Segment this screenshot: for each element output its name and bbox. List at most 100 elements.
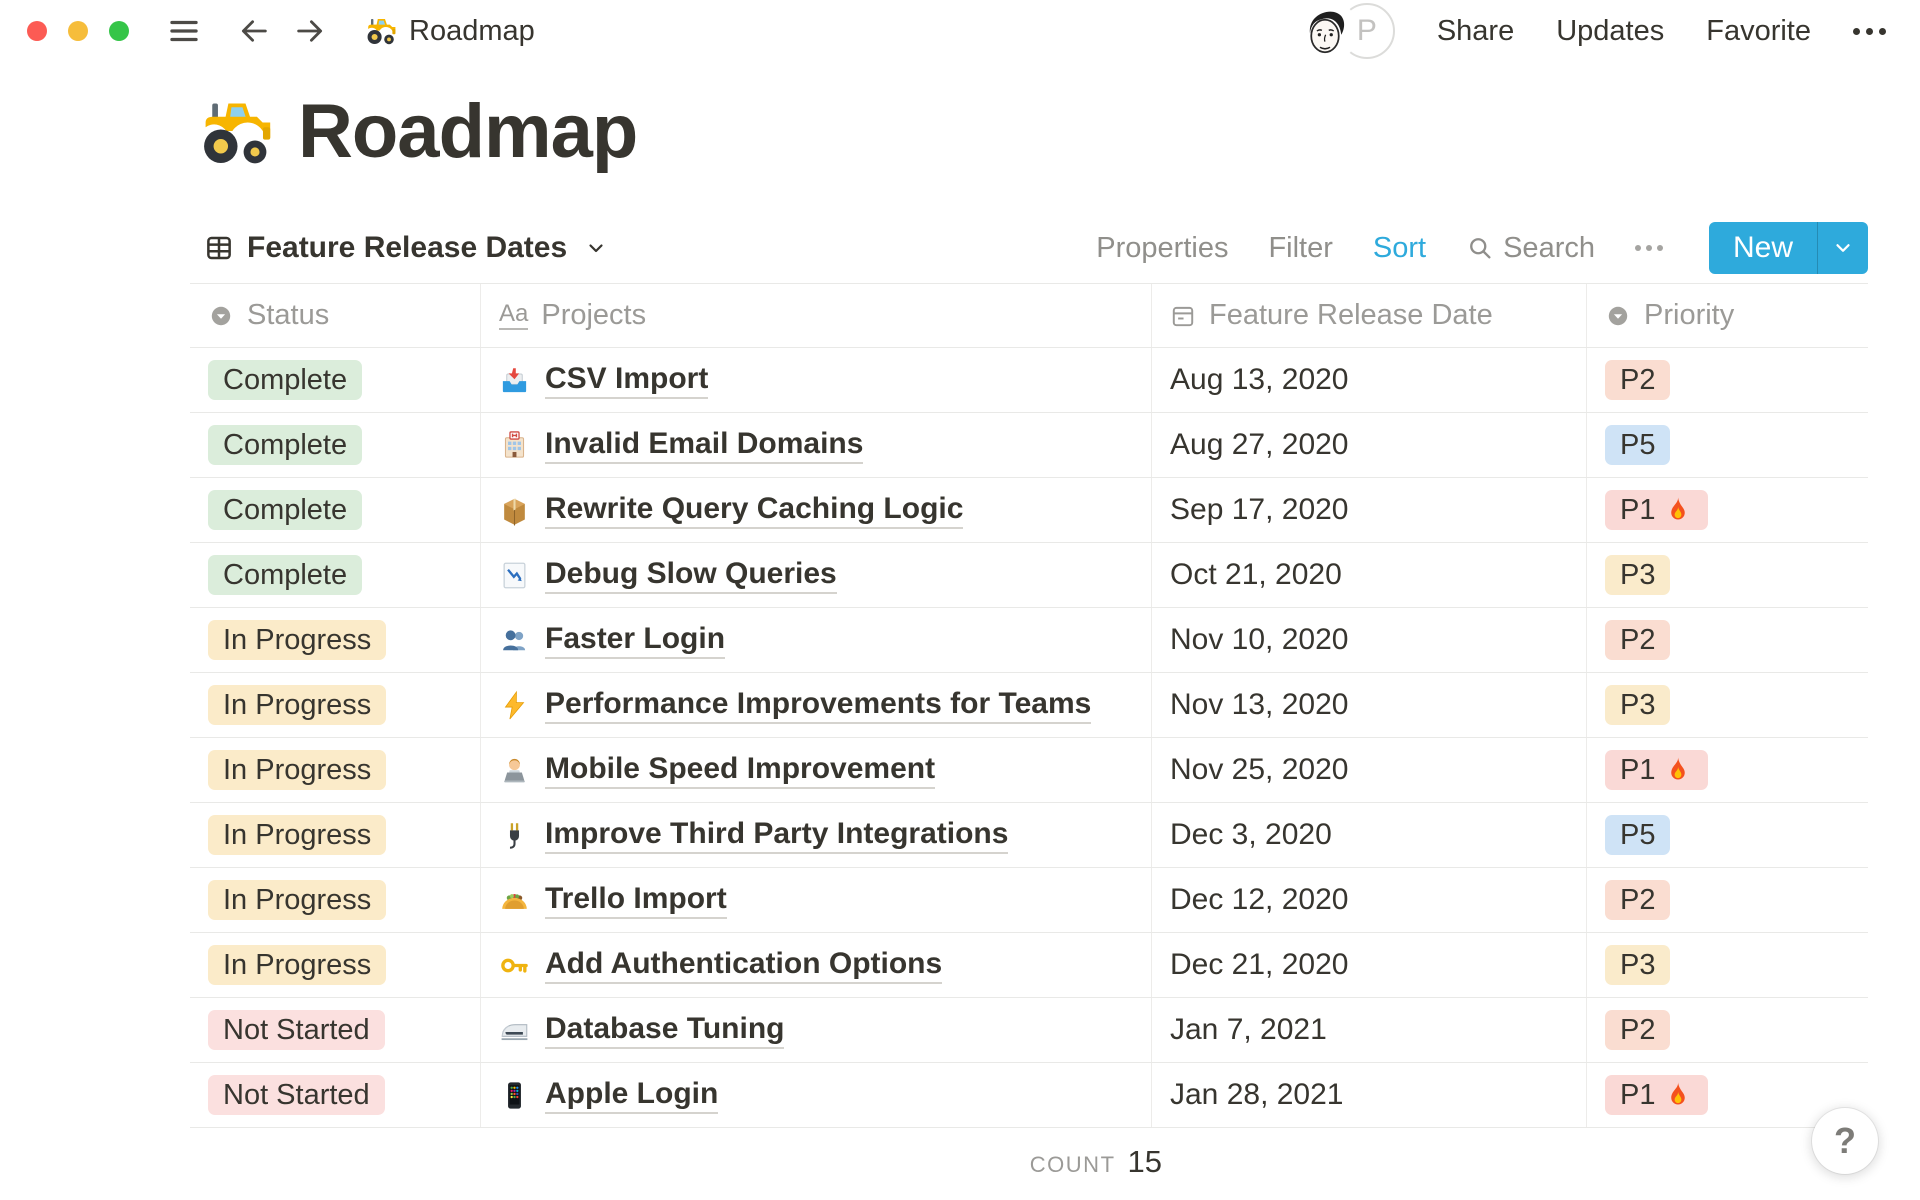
- minimize-window-button[interactable]: [68, 21, 88, 41]
- priority-badge[interactable]: P1: [1605, 1075, 1709, 1115]
- status-cell[interactable]: Not Started: [190, 998, 481, 1062]
- favorite-button[interactable]: Favorite: [1706, 15, 1811, 48]
- status-badge[interactable]: In Progress: [208, 750, 387, 790]
- release-date-cell[interactable]: Dec 3, 2020: [1152, 803, 1587, 867]
- user-avatar[interactable]: [1294, 1, 1355, 61]
- project-cell[interactable]: Debug Slow Queries: [481, 543, 1152, 607]
- project-cell[interactable]: Apple Login: [481, 1063, 1152, 1127]
- status-cell[interactable]: In Progress: [190, 738, 481, 802]
- project-cell[interactable]: Database Tuning: [481, 998, 1152, 1062]
- project-page-link[interactable]: Mobile Speed Improvement: [545, 752, 936, 789]
- project-page-link[interactable]: Faster Login: [545, 622, 726, 659]
- status-cell[interactable]: Complete: [190, 413, 481, 477]
- project-page-link[interactable]: Trello Import: [545, 882, 727, 919]
- close-window-button[interactable]: [27, 21, 47, 41]
- status-badge[interactable]: Complete: [208, 555, 363, 595]
- priority-cell[interactable]: P2: [1587, 868, 1868, 932]
- priority-cell[interactable]: P5: [1587, 803, 1868, 867]
- presence-avatars[interactable]: P: [1294, 1, 1395, 61]
- table-row[interactable]: In Progress Improve Third Party Integrat…: [190, 803, 1868, 868]
- count-calculation[interactable]: COUNT 15: [1030, 1144, 1162, 1180]
- release-date-cell[interactable]: Nov 13, 2020: [1152, 673, 1587, 737]
- project-cell[interactable]: Mobile Speed Improvement: [481, 738, 1152, 802]
- status-badge[interactable]: Complete: [208, 490, 363, 530]
- priority-cell[interactable]: P1: [1587, 478, 1868, 542]
- column-header-priority[interactable]: Priority: [1587, 284, 1868, 347]
- release-date-cell[interactable]: Sep 17, 2020: [1152, 478, 1587, 542]
- status-badge[interactable]: In Progress: [208, 880, 387, 920]
- table-row[interactable]: In Progress Mobile Speed Improvement Nov…: [190, 738, 1868, 803]
- status-badge[interactable]: Not Started: [208, 1075, 385, 1115]
- table-row[interactable]: Complete Debug Slow Queries Oct 21, 2020…: [190, 543, 1868, 608]
- priority-badge[interactable]: P2: [1605, 360, 1671, 400]
- status-badge[interactable]: Complete: [208, 360, 363, 400]
- project-page-link[interactable]: Invalid Email Domains: [545, 427, 864, 464]
- project-cell[interactable]: Trello Import: [481, 868, 1152, 932]
- table-row[interactable]: Complete Rewrite Query Caching Logic Sep…: [190, 478, 1868, 543]
- new-button[interactable]: New: [1708, 222, 1868, 274]
- project-page-link[interactable]: CSV Import: [545, 362, 709, 399]
- table-row[interactable]: Not Started Database Tuning Jan 7, 2021 …: [190, 998, 1868, 1063]
- status-badge[interactable]: In Progress: [208, 945, 387, 985]
- priority-badge[interactable]: P2: [1605, 620, 1671, 660]
- page-title[interactable]: Roadmap: [298, 88, 638, 175]
- priority-cell[interactable]: P3: [1587, 673, 1868, 737]
- priority-badge[interactable]: P3: [1605, 555, 1671, 595]
- sidebar-menu-icon[interactable]: [167, 14, 201, 48]
- status-cell[interactable]: In Progress: [190, 933, 481, 997]
- status-badge[interactable]: In Progress: [208, 685, 387, 725]
- priority-badge[interactable]: P5: [1605, 425, 1671, 465]
- status-cell[interactable]: Complete: [190, 543, 481, 607]
- status-cell[interactable]: In Progress: [190, 608, 481, 672]
- updates-button[interactable]: Updates: [1556, 15, 1664, 48]
- status-cell[interactable]: Complete: [190, 478, 481, 542]
- priority-badge[interactable]: P3: [1605, 685, 1671, 725]
- toolbar-more-icon[interactable]: [1634, 245, 1663, 251]
- project-cell[interactable]: Rewrite Query Caching Logic: [481, 478, 1152, 542]
- project-cell[interactable]: Invalid Email Domains: [481, 413, 1152, 477]
- table-row[interactable]: Complete Invalid Email Domains Aug 27, 2…: [190, 413, 1868, 478]
- column-header-projects[interactable]: Aa Projects: [481, 284, 1152, 347]
- more-options-icon[interactable]: [1853, 27, 1886, 35]
- priority-badge[interactable]: P1: [1605, 490, 1709, 530]
- sort-button[interactable]: Sort: [1373, 232, 1426, 265]
- column-header-status[interactable]: Status: [190, 284, 481, 347]
- page-icon-tractor[interactable]: [198, 94, 274, 170]
- project-page-link[interactable]: Rewrite Query Caching Logic: [545, 492, 964, 529]
- release-date-cell[interactable]: Aug 13, 2020: [1152, 348, 1587, 412]
- status-badge[interactable]: In Progress: [208, 815, 387, 855]
- project-cell[interactable]: Add Authentication Options: [481, 933, 1152, 997]
- release-date-cell[interactable]: Dec 21, 2020: [1152, 933, 1587, 997]
- release-date-cell[interactable]: Aug 27, 2020: [1152, 413, 1587, 477]
- project-cell[interactable]: CSV Import: [481, 348, 1152, 412]
- project-page-link[interactable]: Add Authentication Options: [545, 947, 943, 984]
- project-page-link[interactable]: Database Tuning: [545, 1012, 785, 1049]
- release-date-cell[interactable]: Oct 21, 2020: [1152, 543, 1587, 607]
- priority-cell[interactable]: P2: [1587, 998, 1868, 1062]
- breadcrumb[interactable]: Roadmap: [365, 15, 535, 48]
- status-badge[interactable]: In Progress: [208, 620, 387, 660]
- priority-cell[interactable]: P2: [1587, 348, 1868, 412]
- release-date-cell[interactable]: Jan 28, 2021: [1152, 1063, 1587, 1127]
- table-row[interactable]: In Progress Add Authentication Options D…: [190, 933, 1868, 998]
- priority-badge[interactable]: P1: [1605, 750, 1709, 790]
- zoom-window-button[interactable]: [109, 21, 129, 41]
- help-button[interactable]: ?: [1812, 1108, 1878, 1174]
- forward-arrow-icon[interactable]: [293, 14, 327, 48]
- release-date-cell[interactable]: Jan 7, 2021: [1152, 998, 1587, 1062]
- project-cell[interactable]: Performance Improvements for Teams: [481, 673, 1152, 737]
- project-page-link[interactable]: Apple Login: [545, 1077, 719, 1114]
- search-button[interactable]: Search: [1466, 232, 1595, 265]
- status-badge[interactable]: Not Started: [208, 1010, 385, 1050]
- status-badge[interactable]: Complete: [208, 425, 363, 465]
- status-cell[interactable]: Not Started: [190, 1063, 481, 1127]
- status-cell[interactable]: In Progress: [190, 868, 481, 932]
- table-row[interactable]: In Progress Performance Improvements for…: [190, 673, 1868, 738]
- priority-badge[interactable]: P2: [1605, 1010, 1671, 1050]
- release-date-cell[interactable]: Nov 25, 2020: [1152, 738, 1587, 802]
- back-arrow-icon[interactable]: [237, 14, 271, 48]
- priority-badge[interactable]: P2: [1605, 880, 1671, 920]
- status-cell[interactable]: Complete: [190, 348, 481, 412]
- status-cell[interactable]: In Progress: [190, 673, 481, 737]
- project-cell[interactable]: Improve Third Party Integrations: [481, 803, 1152, 867]
